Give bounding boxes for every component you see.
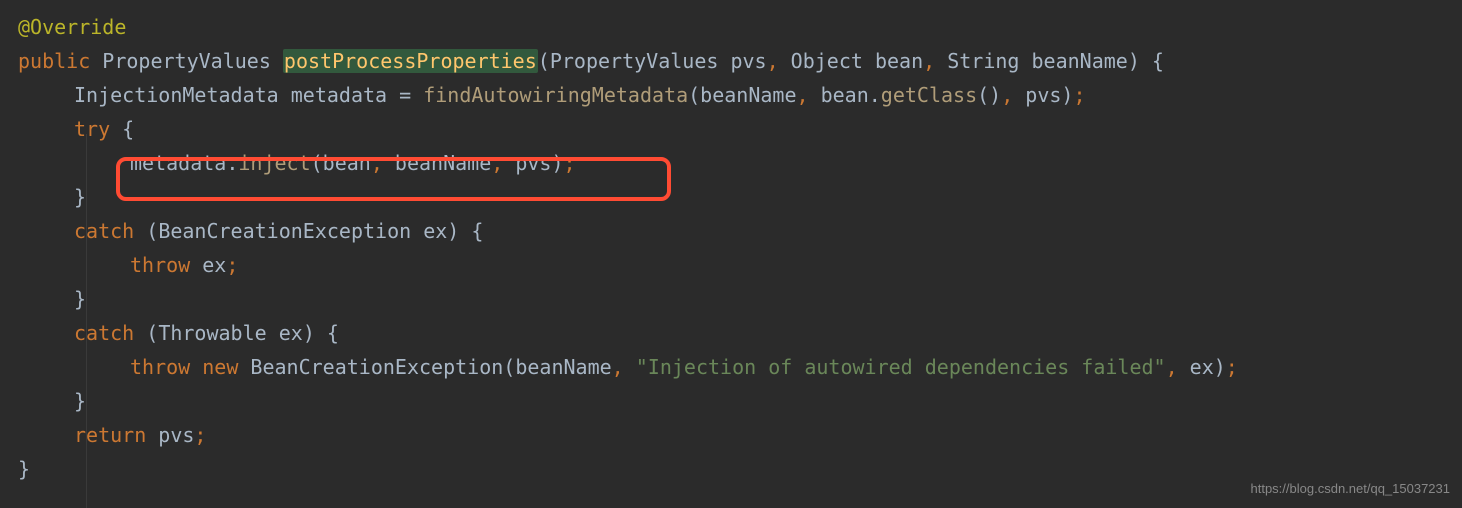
exception-type: BeanCreationException ex	[158, 219, 447, 243]
var-decl: InjectionMetadata metadata =	[74, 83, 423, 107]
semicolon: ;	[1226, 355, 1238, 379]
comma: ,	[371, 151, 383, 175]
brace-open: {	[110, 117, 134, 141]
code-line-6[interactable]: }	[18, 180, 1444, 214]
keyword-try: try	[74, 117, 110, 141]
semicolon: ;	[564, 151, 576, 175]
brace-close: }	[18, 457, 30, 481]
brace-open: {	[459, 219, 483, 243]
code-line-12[interactable]: }	[18, 384, 1444, 418]
comma: ,	[491, 151, 503, 175]
arg: pvs	[1013, 83, 1061, 107]
paren-close: )	[447, 219, 459, 243]
code-line-4[interactable]: try {	[18, 112, 1444, 146]
paren-open: (	[538, 49, 550, 73]
paren: ()	[977, 83, 1001, 107]
keyword-throw: throw	[130, 355, 190, 379]
arg: pvs	[503, 151, 551, 175]
paren-close: )	[303, 321, 315, 345]
arg: beanName	[383, 151, 491, 175]
object-ref: metadata.	[130, 151, 238, 175]
paren-close: )	[551, 151, 563, 175]
comma: ,	[923, 49, 935, 73]
method-call: getClass	[881, 83, 977, 107]
code-line-9[interactable]: }	[18, 282, 1444, 316]
code-line-10[interactable]: catch (Throwable ex) {	[18, 316, 1444, 350]
arg: beanName	[700, 83, 796, 107]
semicolon: ;	[194, 423, 206, 447]
param-1: PropertyValues pvs	[550, 49, 767, 73]
return-value: pvs	[146, 423, 194, 447]
paren-close: )	[1128, 49, 1140, 73]
keyword-catch: catch	[74, 219, 134, 243]
semicolon: ;	[226, 253, 238, 277]
param-3: String beanName	[935, 49, 1128, 73]
code-line-8[interactable]: throw ex;	[18, 248, 1444, 282]
return-type: PropertyValues	[90, 49, 283, 73]
code-line-3[interactable]: InjectionMetadata metadata = findAutowir…	[18, 78, 1444, 112]
brace-close: }	[74, 185, 86, 209]
comma: ,	[1166, 355, 1178, 379]
brace-close: }	[74, 389, 86, 413]
arg: bean.	[809, 83, 881, 107]
string-literal: "Injection of autowired dependencies fai…	[624, 355, 1166, 379]
comma: ,	[767, 49, 779, 73]
method-call-inject: inject	[238, 151, 310, 175]
annotation-override: @Override	[18, 15, 126, 39]
code-line-7[interactable]: catch (BeanCreationException ex) {	[18, 214, 1444, 248]
code-line-13[interactable]: return pvs;	[18, 418, 1444, 452]
keyword-public: public	[18, 49, 90, 73]
comma: ,	[612, 355, 624, 379]
semicolon: ;	[1073, 83, 1085, 107]
paren-open: (	[503, 355, 515, 379]
paren-open: (	[134, 321, 158, 345]
code-line-11[interactable]: throw new BeanCreationException(beanName…	[18, 350, 1444, 384]
paren-close: )	[1061, 83, 1073, 107]
arg: ex	[1178, 355, 1214, 379]
identifier: ex	[190, 253, 226, 277]
code-line-5[interactable]: metadata.inject(bean, beanName, pvs);	[18, 146, 1444, 180]
arg: bean	[323, 151, 371, 175]
method-name: postProcessProperties	[283, 49, 538, 73]
brace-close: }	[74, 287, 86, 311]
brace-open: {	[315, 321, 339, 345]
watermark-text: https://blog.csdn.net/qq_15037231	[1251, 478, 1451, 500]
paren-open: (	[688, 83, 700, 107]
keyword-catch: catch	[74, 321, 134, 345]
keyword-throw: throw	[130, 253, 190, 277]
keyword-new: new	[190, 355, 238, 379]
method-call: findAutowiringMetadata	[423, 83, 688, 107]
code-line-2[interactable]: public PropertyValues postProcessPropert…	[18, 44, 1444, 78]
exception-type: Throwable ex	[158, 321, 303, 345]
keyword-return: return	[74, 423, 146, 447]
paren-open: (	[134, 219, 158, 243]
code-line-14[interactable]: }	[18, 452, 1444, 486]
brace-open: {	[1140, 49, 1164, 73]
param-2: Object bean	[779, 49, 924, 73]
arg: beanName	[515, 355, 611, 379]
comma: ,	[796, 83, 808, 107]
paren-open: (	[311, 151, 323, 175]
paren-close: )	[1214, 355, 1226, 379]
comma: ,	[1001, 83, 1013, 107]
class-name: BeanCreationException	[238, 355, 503, 379]
code-line-1[interactable]: @Override	[18, 10, 1444, 44]
